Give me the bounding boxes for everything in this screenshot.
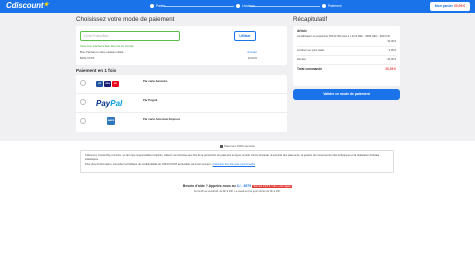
logo-star-icon: ★ bbox=[43, 2, 49, 8]
bon-code: BON-XXXX bbox=[80, 56, 95, 60]
article-price-row: 30,09 € bbox=[297, 39, 396, 44]
promo-panel: Code Promo/Bon Utiliser Votre bon d'acha… bbox=[76, 26, 287, 65]
total-value: 20,09 € bbox=[385, 67, 396, 72]
discount-row: Remise -10,00 € bbox=[297, 55, 396, 62]
step-livraison[interactable]: Livraison bbox=[236, 3, 255, 10]
discount-label: Remise bbox=[297, 58, 306, 62]
order-summary: Récapitulatif Article Amplificateur et p… bbox=[293, 16, 400, 100]
summary-panel: Article Amplificateur et powerlimer 500 … bbox=[293, 26, 400, 86]
bon-value: 10,00 € bbox=[247, 56, 257, 60]
opening-hours: Du lundi au vendredi, de 8h à 20h. Le we… bbox=[194, 190, 281, 193]
lock-icon bbox=[220, 144, 224, 148]
payment-label-paypal: Par Paypal bbox=[143, 98, 158, 102]
radio-paypal[interactable] bbox=[80, 99, 86, 105]
help-phone[interactable]: 3 / - 3979 bbox=[237, 184, 251, 188]
bon-cancel-link[interactable]: Annuler bbox=[247, 50, 257, 54]
payment-label-amex: Par carte American Express bbox=[143, 117, 181, 121]
payment-label-card: Par carte bancaire bbox=[143, 79, 168, 83]
step-connector bbox=[250, 6, 320, 7]
step-check-icon bbox=[236, 4, 240, 9]
payment-option-card[interactable]: CB VISA MC Par carte bancaire bbox=[76, 75, 287, 94]
visa-card-icon: VISA bbox=[104, 81, 111, 87]
step-connector bbox=[164, 6, 234, 7]
mastercard-icon: MC bbox=[112, 81, 119, 87]
radio-amex[interactable] bbox=[80, 118, 86, 124]
bon-value-row: BON-XXXX 10,00 € bbox=[80, 56, 257, 60]
radio-card[interactable] bbox=[80, 80, 86, 86]
promo-apply-button[interactable]: Utiliser bbox=[234, 31, 256, 41]
call-price-badge: Service 0,15 € / min + prix appel bbox=[251, 184, 293, 188]
legal-notice: Cdiscount, Cnova Pay et FLOA, en tant qu… bbox=[80, 150, 394, 173]
payment-option-amex[interactable]: AMEX Par carte American Express bbox=[76, 113, 287, 132]
checkout-steps: Panier Livraison Paiement bbox=[150, 3, 390, 10]
step-current-icon bbox=[322, 4, 326, 9]
article-description: Amplificateur et powerlimer 500 W 302 pl… bbox=[297, 35, 390, 38]
delivery-value: 0,00 € bbox=[388, 49, 396, 53]
section-title: Paiement en 1 fois bbox=[76, 68, 117, 73]
step-paiement: Paiement bbox=[322, 3, 341, 10]
page-title: Choisissez votre mode de paiement bbox=[76, 16, 175, 23]
legal-paragraph: Cdiscount, Cnova Pay et FLOA, en tant qu… bbox=[85, 154, 380, 161]
promo-code-input[interactable]: Code Promo/Bon bbox=[80, 31, 180, 41]
card-logos: CB VISA MC bbox=[96, 81, 119, 87]
bon-row: Bon d'achat ou carte cadeau utilisé Annu… bbox=[80, 50, 257, 54]
top-header: Cdiscount★ Panier Livraison Paiement Mon… bbox=[0, 0, 475, 13]
amex-card-icon: AMEX bbox=[107, 117, 115, 125]
promo-success-message: Votre bon d'achat a bien été pris en com… bbox=[80, 44, 134, 48]
delivery-label: Livraison en point relais bbox=[297, 49, 325, 53]
cdiscount-logo[interactable]: Cdiscount★ bbox=[6, 1, 49, 10]
help-line: Besoin d'aide ? Appelez-nous au 3 / - 39… bbox=[182, 184, 293, 188]
delivery-row: Livraison en point relais 0,00 € bbox=[297, 46, 396, 53]
paypal-logo: PayPal bbox=[96, 99, 123, 108]
cart-button[interactable]: Mon panier 20,09 € bbox=[430, 2, 470, 11]
legal-paragraph-privacy: Pour plus d'information, consultez la Po… bbox=[85, 163, 256, 167]
step-check-icon bbox=[150, 4, 154, 9]
step-panier[interactable]: Panier bbox=[150, 3, 165, 10]
validate-payment-button[interactable]: Valider ce mode de paiement bbox=[293, 89, 400, 100]
total-label: Total commande bbox=[297, 67, 323, 72]
payment-main: Choisissez votre mode de paiement Code P… bbox=[76, 16, 287, 132]
total-row: Total commande 20,09 € bbox=[297, 64, 396, 72]
summary-title: Récapitulatif bbox=[293, 16, 328, 23]
discount-value: -10,00 € bbox=[386, 58, 396, 62]
article-label: Article bbox=[297, 29, 307, 33]
payment-option-paypal[interactable]: PayPal Par Paypal bbox=[76, 94, 287, 113]
article-price: 30,09 € bbox=[387, 40, 396, 44]
cb-card-icon: CB bbox=[96, 81, 103, 87]
payment-options: CB VISA MC Par carte bancaire PayPal Par… bbox=[76, 75, 287, 132]
privacy-link[interactable]: protection des données personnelles bbox=[213, 163, 255, 166]
secure-payment-note: Paiement 100% sécurisé bbox=[0, 144, 475, 148]
bon-label: Bon d'achat ou carte cadeau utilisé bbox=[80, 50, 124, 54]
